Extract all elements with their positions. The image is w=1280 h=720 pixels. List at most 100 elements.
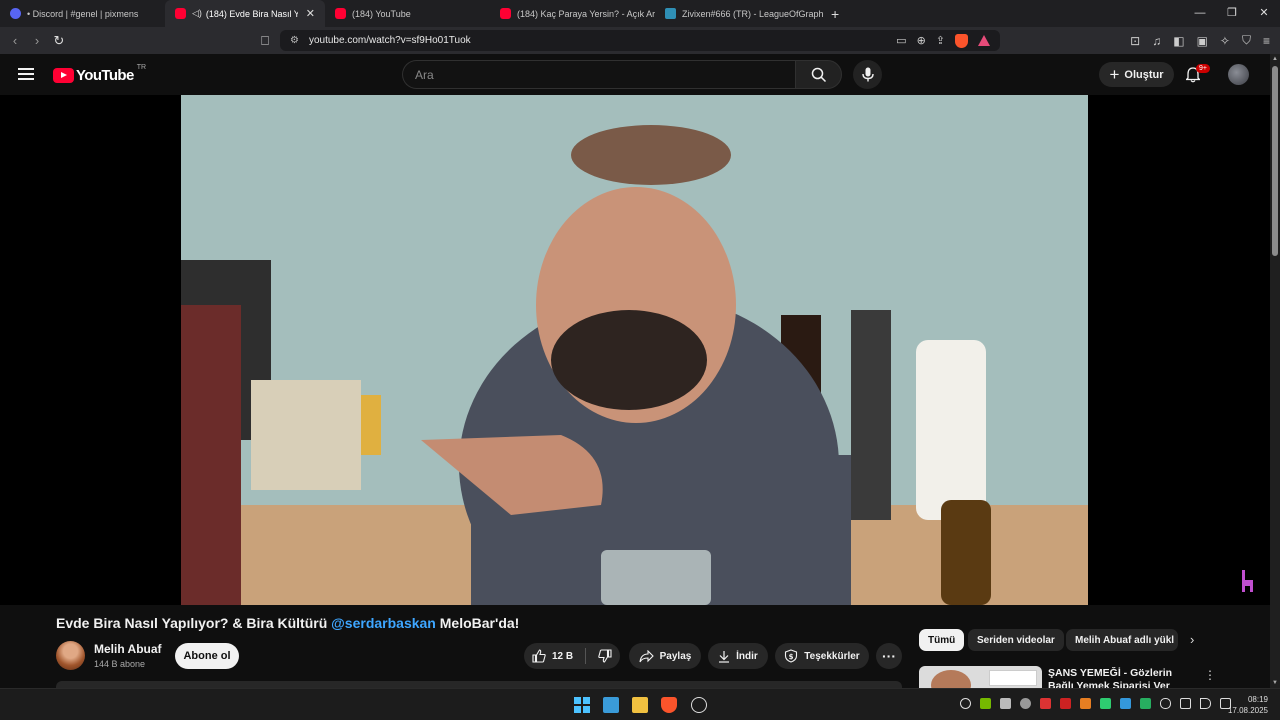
browser-tab-leagueofgraphs[interactable]: Zivixen#666 (TR) - LeagueOfGraphs [655, 0, 823, 27]
browser-tab-active-video[interactable]: ◁) (184) Evde Bira Nasıl Yapılıyor ✕ [165, 0, 325, 27]
thanks-button[interactable]: $ Teşekkürler [775, 643, 869, 669]
brave-rewards-icon[interactable] [978, 35, 990, 46]
browser-tab-youtube[interactable]: (184) YouTube [325, 0, 490, 27]
address-bar[interactable]: ⚙ youtube.com/watch?v=sf9Ho01Tuok ▭ ⊕ ⇪ [280, 30, 1000, 51]
youtube-masthead: YouTube TR Ara + Oluştur 9+ [0, 54, 1280, 95]
title-text-end: MeloBar'da! [435, 615, 520, 631]
tab-title: Zivixen#666 (TR) - LeagueOfGraphs [682, 8, 823, 19]
more-actions-button[interactable]: ··· [876, 643, 902, 669]
llama-icon[interactable] [1238, 568, 1256, 594]
channel-avatar[interactable] [56, 641, 85, 670]
youtube-icon [175, 8, 186, 19]
notification-badge: 9+ [1196, 64, 1210, 73]
thanks-label: Teşekkürler [804, 650, 860, 662]
download-label: İndir [736, 650, 758, 662]
tray-app-icon-5[interactable] [1100, 698, 1111, 709]
download-button[interactable]: İndir [708, 643, 768, 669]
like-button[interactable]: 12 B [532, 649, 573, 663]
bookmark-icon[interactable]: ⎕ [254, 33, 276, 49]
youtube-icon [335, 8, 346, 19]
channel-name[interactable]: Melih Abuaf [94, 642, 162, 656]
thumbs-down-icon[interactable] [598, 649, 612, 663]
zoom-icon[interactable]: ⊕ [917, 34, 926, 47]
search-placeholder: Ara [415, 67, 434, 82]
thumbs-up-icon [532, 649, 546, 663]
download-tray-icon[interactable] [1040, 698, 1051, 709]
leo-ai-icon[interactable]: ✧ [1220, 34, 1230, 48]
microphone-icon [861, 67, 874, 82]
steam-icon[interactable] [1020, 698, 1031, 709]
forward-button[interactable]: › [26, 33, 48, 48]
file-explorer-icon[interactable] [632, 697, 648, 713]
create-label: Oluştur [1124, 68, 1164, 81]
brave-browser-icon[interactable] [661, 697, 677, 713]
subscriber-count: 144 B abone [94, 659, 146, 669]
tray-app-icon-6[interactable] [1120, 698, 1131, 709]
taskbar-clock[interactable]: 08:19 17.08.2025 [1226, 694, 1268, 716]
search-input[interactable]: Ara [402, 60, 796, 89]
browser-tab-discord[interactable]: • Discord | #genel | pixmens [0, 0, 165, 27]
description-box[interactable] [56, 681, 902, 688]
voice-search-button[interactable] [853, 60, 882, 89]
create-button[interactable]: + Oluştur [1099, 62, 1174, 87]
widgets-icon[interactable] [603, 697, 619, 713]
windows-start-icon[interactable] [574, 697, 590, 713]
thumbnail-screen [989, 670, 1037, 686]
chip-channel-uploads[interactable]: Melih Abuaf adlı yükl [1066, 629, 1178, 651]
recommendation-menu-icon[interactable]: ⋮ [1204, 668, 1216, 682]
video-title: Evde Bira Nasıl Yapılıyor? & Bira Kültür… [56, 615, 519, 631]
browser-tab-auction-video[interactable]: (184) Kaç Paraya Yersin? - Açık Artırm [490, 0, 655, 27]
media-icon[interactable]: ♫ [1152, 34, 1161, 48]
vpn-shield-icon[interactable]: ⛉ [1242, 33, 1251, 48]
chip-all[interactable]: Tümü [919, 629, 965, 651]
cast-icon[interactable]: ▭ [896, 34, 906, 47]
close-icon[interactable]: ✕ [306, 7, 315, 20]
account-avatar[interactable] [1228, 64, 1249, 85]
more-icon: ··· [882, 648, 896, 664]
back-button[interactable]: ‹ [4, 33, 26, 48]
microphone-tray-icon[interactable] [1160, 698, 1171, 709]
reload-button[interactable]: ↻ [48, 33, 70, 49]
recommendation-thumbnail[interactable] [919, 666, 1042, 688]
restore-button[interactable]: ❐ [1216, 0, 1248, 27]
windows-taskbar: 08:19 17.08.2025 [0, 688, 1280, 720]
leagueofgraphs-icon [665, 8, 676, 19]
tray-app-icon-7[interactable] [1140, 698, 1151, 709]
tray-app-icon-1[interactable] [960, 698, 971, 709]
logo-text: YouTube [76, 67, 134, 84]
wallet-icon[interactable]: ▣ [1197, 34, 1208, 48]
chip-next-arrow[interactable]: › [1190, 632, 1194, 647]
minimize-button[interactable]: — [1184, 0, 1216, 27]
search-button[interactable] [795, 60, 842, 89]
like-dislike-group: 12 B [524, 643, 620, 669]
speaker-icon[interactable]: ◁) [192, 8, 202, 19]
network-icon[interactable] [1180, 698, 1191, 709]
recommendation-title[interactable]: ŞANS YEMEĞİ - Gözlerin Bağlı Yemek Sipar… [1048, 667, 1193, 688]
close-window-button[interactable]: ✕ [1248, 0, 1280, 27]
video-player[interactable] [181, 95, 1088, 605]
nvidia-icon[interactable] [980, 698, 991, 709]
mention-link[interactable]: @serdarbaskan [331, 615, 436, 631]
screenshot-icon[interactable]: ⊡ [1130, 34, 1140, 48]
tray-app-icon-3[interactable] [1060, 698, 1071, 709]
scroll-down-arrow[interactable]: ▼ [1271, 680, 1279, 686]
subscribe-button[interactable]: Abone ol [175, 643, 239, 669]
share-icon [639, 649, 654, 662]
app-circle-icon[interactable] [691, 697, 707, 713]
page-scrollbar[interactable]: ▲ ▼ [1270, 54, 1280, 688]
brave-shields-icon[interactable] [955, 33, 968, 48]
menu-icon[interactable]: ≡ [1263, 34, 1270, 48]
chip-series-videos[interactable]: Seriden videolar [968, 629, 1064, 651]
volume-icon[interactable] [1200, 698, 1211, 709]
tray-app-icon-4[interactable] [1080, 698, 1091, 709]
scrollbar-thumb[interactable] [1272, 66, 1278, 256]
scroll-up-arrow[interactable]: ▲ [1271, 56, 1279, 62]
sidebar-toggle-icon[interactable]: ◧ [1173, 34, 1184, 48]
share-page-icon[interactable]: ⇪ [936, 34, 945, 47]
guide-menu-icon[interactable] [18, 68, 34, 80]
tray-app-icon-2[interactable] [1000, 698, 1011, 709]
site-info-icon[interactable]: ⚙ [290, 35, 299, 46]
youtube-logo[interactable]: YouTube TR [53, 64, 146, 84]
new-tab-button[interactable]: + [823, 6, 847, 22]
share-button[interactable]: Paylaş [629, 643, 701, 669]
